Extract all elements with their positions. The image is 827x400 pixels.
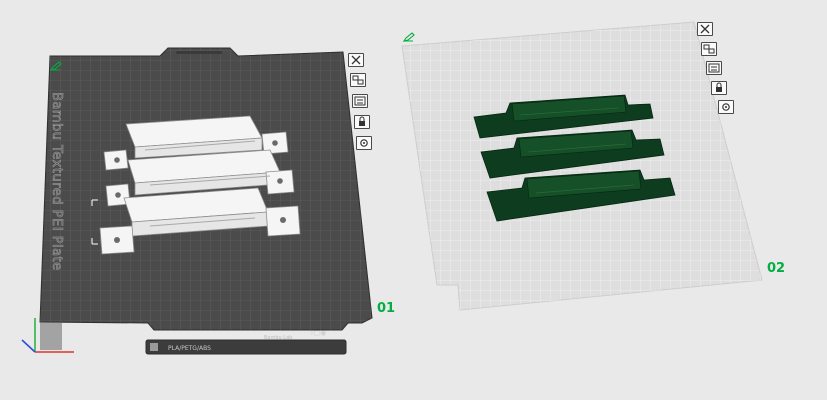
arrange-icon[interactable]	[350, 73, 366, 87]
arrange-icon[interactable]	[701, 42, 717, 56]
plate-number-label: 01	[377, 301, 396, 316]
plate-settings-icon[interactable]	[706, 61, 722, 75]
axis-gizmo	[21, 318, 74, 353]
plate-handle-slot	[176, 51, 222, 54]
plate-icons-glyph: ▿▢◉	[310, 329, 326, 337]
plate-brand-label: Bambu Lab	[264, 335, 292, 341]
plate-settings-icon[interactable]	[352, 94, 368, 108]
plate-filament-label: PLA/PETG/ABS	[168, 345, 211, 352]
3d-viewport[interactable]: PLA/PETG/ABS Bambu Lab ▿▢◉ Bambu Texture…	[0, 0, 827, 400]
plate-logo-mark	[150, 343, 158, 351]
lock-icon[interactable]	[711, 81, 727, 95]
remove-plate-icon[interactable]	[348, 53, 364, 67]
remove-plate-icon[interactable]	[697, 22, 713, 36]
gear-icon[interactable]	[718, 100, 734, 114]
edit-plate-name-icon[interactable]	[402, 27, 415, 42]
plate-texture-label: Bambu Textured PEI Plate	[49, 92, 64, 271]
lock-icon[interactable]	[354, 115, 370, 129]
plate-number-label: 02	[767, 261, 786, 276]
edit-plate-name-icon[interactable]	[49, 56, 62, 71]
gear-icon[interactable]	[356, 136, 372, 150]
